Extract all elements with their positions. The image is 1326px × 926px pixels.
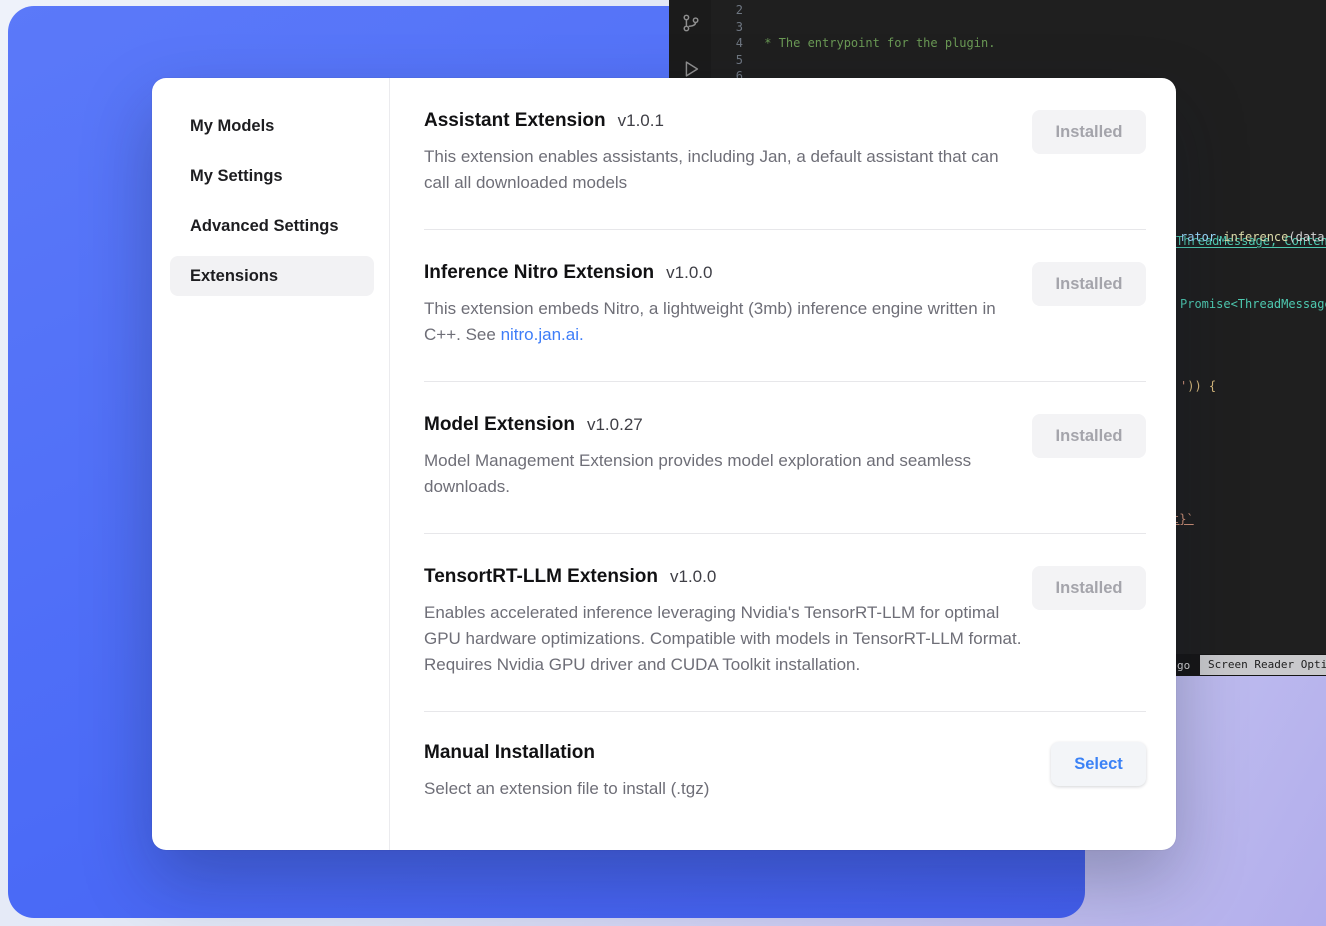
- line-number: 3: [711, 19, 743, 36]
- select-file-button[interactable]: Select: [1051, 742, 1146, 786]
- code-line: * The entrypoint for the plugin.: [757, 35, 1326, 52]
- installed-button[interactable]: Installed: [1032, 566, 1146, 610]
- extension-info: Model Extension v1.0.27 Model Management …: [424, 414, 1024, 500]
- settings-modal: My Models My Settings Advanced Settings …: [152, 78, 1176, 850]
- code-fragment: Promise<ThreadMessage>: [1180, 296, 1326, 313]
- extension-header: Inference Nitro Extension v1.0.0: [424, 262, 1024, 284]
- nitro-link[interactable]: nitro.jan.ai.: [501, 325, 584, 344]
- manual-installation-row: Manual Installation Select an extension …: [424, 712, 1146, 838]
- extension-description: Enables accelerated inference leveraging…: [424, 600, 1024, 678]
- extension-title: Assistant Extension: [424, 110, 606, 131]
- extension-description: Model Management Extension provides mode…: [424, 448, 1024, 500]
- extension-header: Model Extension v1.0.27: [424, 414, 1024, 436]
- line-number: 5: [711, 52, 743, 69]
- extension-row-tensorrt: TensortRT-LLM Extension v1.0.0 Enables ac…: [424, 534, 1146, 712]
- extension-version: v1.0.1: [618, 111, 664, 130]
- code-fragment: rator.inference(data));: [1180, 229, 1326, 246]
- sidebar-item-my-settings[interactable]: My Settings: [170, 156, 374, 196]
- extension-title: Model Extension: [424, 414, 575, 435]
- extension-info: Inference Nitro Extension v1.0.0 This ext…: [424, 262, 1024, 348]
- code-token: (data));: [1288, 230, 1326, 244]
- extension-row-assistant: Assistant Extension v1.0.1 This extension…: [424, 78, 1146, 230]
- extension-info: TensortRT-LLM Extension v1.0.0 Enables ac…: [424, 566, 1024, 678]
- run-debug-icon[interactable]: [680, 58, 702, 80]
- line-numbers: 2 3 4 5 6: [711, 2, 743, 85]
- extension-row-nitro: Inference Nitro Extension v1.0.0 This ext…: [424, 230, 1146, 382]
- sidebar-item-extensions[interactable]: Extensions: [170, 256, 374, 296]
- extension-description: This extension embeds Nitro, a lightweig…: [424, 296, 1024, 348]
- line-number: 4: [711, 35, 743, 52]
- extension-version: v1.0.0: [666, 263, 712, 282]
- installed-button[interactable]: Installed: [1032, 110, 1146, 154]
- code-token: )) {: [1187, 379, 1216, 393]
- line-number: 2: [711, 2, 743, 19]
- extension-version: v1.0.0: [670, 567, 716, 586]
- extension-row-model: Model Extension v1.0.27 Model Management …: [424, 382, 1146, 534]
- installed-button[interactable]: Installed: [1032, 414, 1146, 458]
- sidebar-item-advanced-settings[interactable]: Advanced Settings: [170, 206, 374, 246]
- extension-title: Inference Nitro Extension: [424, 262, 654, 283]
- extension-title: TensortRT-LLM Extension: [424, 566, 658, 587]
- code-token: rator.: [1180, 230, 1223, 244]
- extension-header: Assistant Extension v1.0.1: [424, 110, 1024, 132]
- extensions-list: Assistant Extension v1.0.1 This extension…: [424, 78, 1146, 850]
- screen-reader-badge: Screen Reader Optimized: [1200, 655, 1326, 675]
- extension-description: This extension enables assistants, inclu…: [424, 144, 1024, 196]
- extension-info: Manual Installation Select an extension …: [424, 742, 1024, 802]
- extension-info: Assistant Extension v1.0.1 This extension…: [424, 110, 1024, 196]
- extension-version: v1.0.27: [587, 415, 643, 434]
- code-fragment: ')) {: [1180, 378, 1216, 395]
- source-control-icon[interactable]: [680, 12, 702, 34]
- settings-sidebar: My Models My Settings Advanced Settings …: [152, 78, 390, 850]
- sidebar-item-my-models[interactable]: My Models: [170, 106, 374, 146]
- code-token: inference: [1223, 230, 1288, 244]
- manual-installation-description: Select an extension file to install (.tg…: [424, 776, 1024, 802]
- status-language-label: go: [1177, 658, 1190, 675]
- extension-header: Manual Installation: [424, 742, 1024, 764]
- extension-header: TensortRT-LLM Extension v1.0.0: [424, 566, 1024, 588]
- manual-installation-title: Manual Installation: [424, 742, 595, 763]
- installed-button[interactable]: Installed: [1032, 262, 1146, 306]
- desktop-stage: 2 3 4 5 6 * The entrypoint for the plugi…: [0, 0, 1326, 926]
